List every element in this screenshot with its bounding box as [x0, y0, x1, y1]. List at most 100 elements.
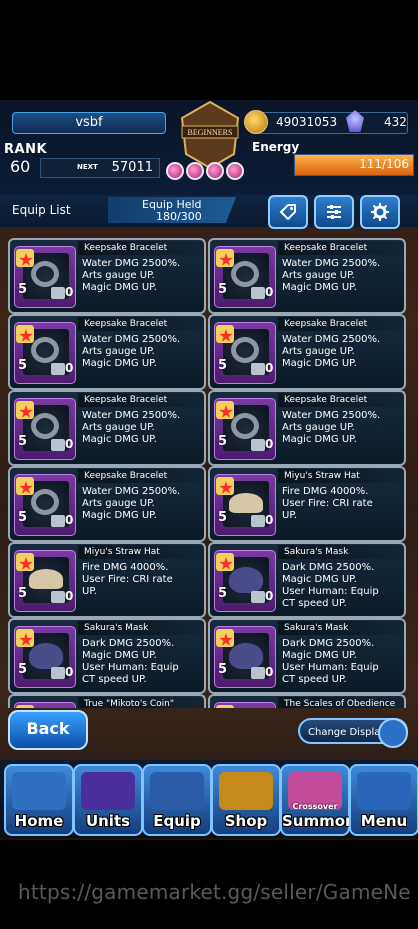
rarity-badge — [216, 249, 234, 267]
rarity-value: 5 — [218, 358, 228, 373]
rarity-badge — [216, 477, 234, 495]
next-value: 57011 — [111, 160, 153, 175]
next-label: NEXT — [77, 163, 98, 171]
rarity-value: 5 — [218, 434, 228, 449]
nav-menu-button[interactable]: Menu — [349, 764, 418, 836]
equipment-card[interactable]: 5 0 Keepsake Bracelet Water DMG 2500%. Arts… — [208, 314, 406, 390]
equipment-card[interactable]: 5 0 Keepsake Bracelet Water DMG 2500%. Arts… — [8, 238, 206, 314]
equipment-thumbnail: 50 — [14, 322, 76, 384]
nav-equip-button[interactable]: Equip — [142, 764, 212, 836]
star-icon — [219, 405, 233, 418]
change-display-button[interactable]: Change Display — [298, 718, 408, 748]
rarity-badge — [216, 401, 234, 419]
item-count: 0 — [65, 589, 74, 603]
equipment-card[interactable]: 5 0 Miyu's Straw Hat Fire DMG 4000%. User F… — [8, 542, 206, 618]
item-count: 0 — [265, 361, 274, 375]
watermark-url: https://gamemarket.gg/seller/GameNe — [18, 880, 411, 904]
equipment-name: Sakura's Mask — [78, 621, 204, 635]
rarity-badge — [16, 325, 34, 343]
gil-value: 49031053 — [276, 115, 338, 129]
item-count: 0 — [265, 513, 274, 527]
equipment-list[interactable]: 5 0 Keepsake Bracelet Water DMG 2500%. Arts… — [8, 238, 412, 708]
equipment-description: Water DMG 2500%. Arts gauge UP. Magic DM… — [282, 410, 381, 445]
equipment-name: Keepsake Bracelet — [78, 241, 204, 255]
lock-key-icon — [251, 515, 265, 527]
energy-value: 111/106 — [359, 157, 409, 171]
rank-label: RANK — [4, 142, 48, 157]
straw-hat-icon — [29, 569, 63, 589]
equipment-card[interactable]: 5 0 Keepsake Bracelet Water DMG 2500%. Arts… — [8, 314, 206, 390]
rarity-value: 5 — [18, 510, 28, 525]
shop-icon — [219, 772, 273, 810]
equipment-name: The Scales of Obedience — [278, 697, 404, 708]
rarity-value: 5 — [218, 586, 228, 601]
equipment-thumbnail: 50 — [14, 550, 76, 612]
menu-book-icon — [357, 772, 411, 810]
filter-icon — [327, 205, 341, 219]
gem-icon — [186, 162, 204, 180]
back-button[interactable]: Back — [8, 710, 88, 750]
nav-label: Home — [14, 812, 64, 830]
equipment-name: Sakura's Mask — [278, 545, 404, 559]
equipment-name: Keepsake Bracelet — [78, 393, 204, 407]
energy-bar: 111/106 — [294, 154, 414, 176]
rarity-badge — [216, 325, 234, 343]
equipment-card[interactable]: 50The Scales of ObedienceDark DMG AT — [208, 694, 406, 708]
tag-button[interactable] — [268, 195, 308, 229]
equipment-card[interactable]: 5 0 Sakura's Mask Dark DMG 2500%. Magic DMG… — [208, 618, 406, 694]
bottom-navigation: Home Units Equip Shop Crossover Summon Menu — [0, 760, 418, 838]
filter-button[interactable] — [314, 195, 354, 229]
equipment-card[interactable]: 5 0 Sakura's Mask Dark DMG 2500%. Magic DMG… — [208, 542, 406, 618]
equipment-thumbnail: 50 — [214, 550, 276, 612]
item-count: 0 — [65, 285, 74, 299]
equipment-card[interactable]: 5 0 Keepsake Bracelet Water DMG 2500%. Arts… — [8, 390, 206, 466]
rarity-badge — [16, 629, 34, 647]
nav-summon-button[interactable]: Crossover Summon — [280, 764, 356, 836]
equipment-card[interactable]: 5 0 Keepsake Bracelet Water DMG 2500%. Arts… — [208, 390, 406, 466]
rarity-value: 5 — [218, 282, 228, 297]
bracelet-icon — [31, 413, 59, 439]
equipment-card[interactable]: 5 0 Miyu's Straw Hat Fire DMG 4000%. User F… — [208, 466, 406, 542]
item-count: 0 — [65, 361, 74, 375]
equipment-thumbnail: 50 — [14, 246, 76, 308]
equipment-description: Water DMG 2500%. Arts gauge UP. Magic DM… — [282, 334, 381, 369]
equipment-name: Keepsake Bracelet — [78, 469, 204, 483]
nav-units-button[interactable]: Units — [73, 764, 143, 836]
settings-button[interactable] — [360, 195, 400, 229]
gem-icon — [166, 162, 184, 180]
equipment-name: Keepsake Bracelet — [278, 317, 404, 331]
equip-held-panel: Equip Held 180/300 — [108, 197, 236, 223]
emblem-text: BEGINNERS — [188, 128, 233, 137]
equipment-card[interactable]: 50True "Mikoto's Coin"Light DMG 2000%. M… — [8, 694, 206, 708]
equipment-card[interactable]: 5 0 Keepsake Bracelet Water DMG 2500%. Arts… — [8, 466, 206, 542]
change-display-label: Change Display — [308, 727, 387, 738]
home-icon — [12, 772, 66, 810]
equipment-name: Miyu's Straw Hat — [78, 545, 204, 559]
equipment-card[interactable]: 5 0 Keepsake Bracelet Water DMG 2500%. Arts… — [208, 238, 406, 314]
tag-icon — [279, 204, 296, 221]
equipment-card[interactable]: 5 0 Sakura's Mask Dark DMG 2500%. Magic DMG… — [8, 618, 206, 694]
gil-coin-icon — [244, 110, 268, 134]
item-count: 0 — [265, 437, 274, 451]
equip-bar: Equip List Equip Held 180/300 — [0, 195, 418, 229]
item-count: 0 — [65, 513, 74, 527]
player-name[interactable]: vsbf — [12, 112, 166, 134]
nav-label: Menu — [360, 812, 408, 830]
equipment-thumbnail: 50 — [214, 474, 276, 536]
equipment-description: Fire DMG 4000%. User Fire: CRI rate UP. — [282, 486, 373, 521]
equipment-description: Dark DMG 2500%. Magic DMG UP. User Human… — [282, 638, 379, 685]
rarity-value: 5 — [18, 434, 28, 449]
equipment-thumbnail: 50 — [14, 398, 76, 460]
nav-home-button[interactable]: Home — [4, 764, 74, 836]
bracelet-icon — [231, 337, 259, 363]
lock-key-icon — [51, 363, 65, 375]
star-icon — [219, 557, 233, 570]
equipment-thumbnail: 50 — [214, 626, 276, 688]
mask-icon — [229, 643, 263, 669]
nav-label: Units — [85, 812, 131, 830]
crossover-badge: Crossover — [292, 802, 338, 811]
nav-shop-button[interactable]: Shop — [211, 764, 281, 836]
star-icon — [19, 405, 33, 418]
rank-value: 60 — [10, 157, 31, 176]
rarity-badge — [16, 401, 34, 419]
